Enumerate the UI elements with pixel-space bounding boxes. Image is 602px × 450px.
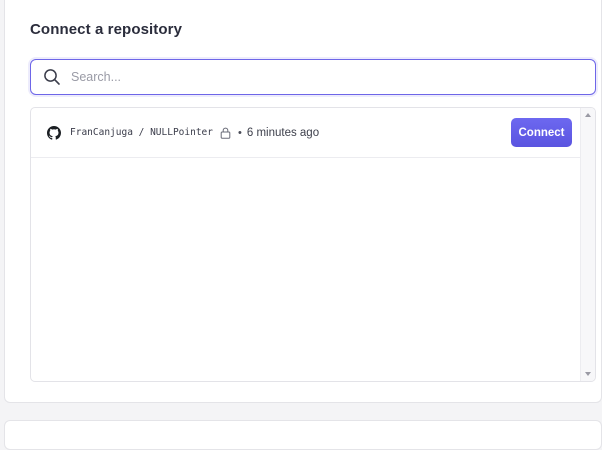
search-box[interactable] [30, 59, 596, 95]
last-updated: 6 minutes ago [246, 126, 320, 139]
lock-icon [220, 127, 231, 139]
search-input[interactable] [69, 69, 595, 85]
connect-button[interactable]: Connect [511, 118, 572, 147]
scroll-up-arrow-icon[interactable] [585, 113, 591, 117]
scroll-down-arrow-icon[interactable] [585, 372, 591, 376]
github-icon [47, 125, 61, 140]
search-icon [43, 68, 61, 86]
page-title: Connect a repository [30, 21, 183, 38]
connect-repository-card: Connect a repository FranCanjuga / NULLP… [4, 0, 602, 403]
list-item: FranCanjuga / NULLPointer • 6 minutes ag… [31, 108, 582, 158]
list-scrollbar[interactable] [580, 108, 595, 381]
repository-name: FranCanjuga / NULLPointer [70, 127, 213, 138]
separator-dot: • [238, 126, 242, 139]
next-section-card [4, 420, 602, 450]
repository-list[interactable]: FranCanjuga / NULLPointer • 6 minutes ag… [30, 107, 596, 382]
